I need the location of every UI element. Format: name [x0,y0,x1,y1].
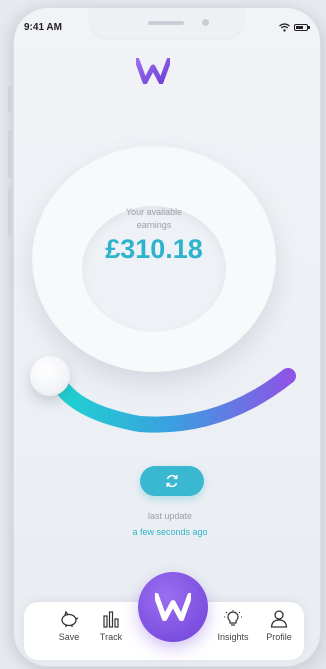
tab-label: Insights [217,632,249,642]
refresh-button[interactable] [140,466,204,496]
piggy-bank-icon [61,610,79,627]
center-action-button[interactable] [138,572,208,642]
bar-chart-icon [103,611,119,628]
tab-insights[interactable]: Insights [208,610,258,642]
tab-profile[interactable]: Profile [254,610,304,642]
earnings-slider-track [48,368,296,433]
tab-label: Save [58,632,80,642]
slider-handle[interactable] [30,356,70,396]
lightbulb-icon [224,610,242,626]
tab-label: Profile [266,632,292,642]
refresh-icon [166,474,178,488]
user-icon [270,610,288,628]
last-update-value: a few seconds ago [132,527,208,537]
tab-label: Track [99,632,123,642]
tab-track[interactable]: Track [86,610,136,642]
w-logo-icon [155,593,191,621]
last-update-label: last update [147,511,193,521]
